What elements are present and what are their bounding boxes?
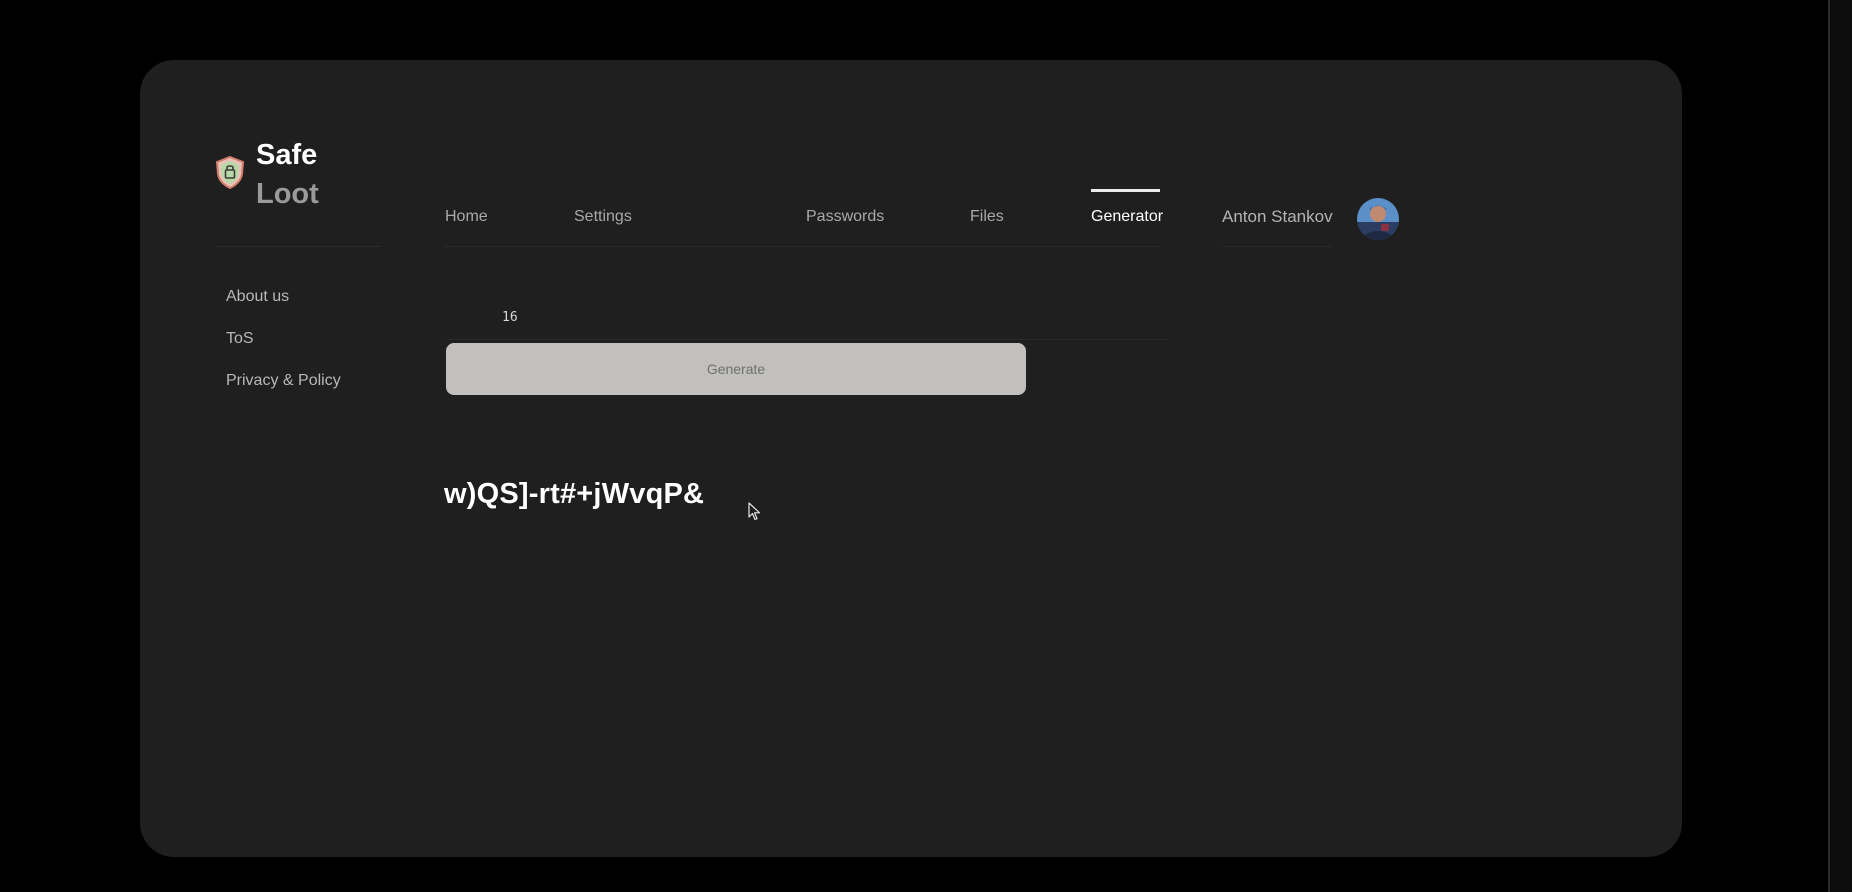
window-edge (1828, 0, 1852, 892)
nav-active-indicator (1091, 189, 1160, 192)
user-divider (1222, 246, 1332, 247)
brand-name-line1: Safe (256, 139, 318, 171)
password-length-input[interactable] (446, 296, 1168, 340)
nav-divider (445, 246, 1160, 247)
generate-button[interactable]: Generate (446, 343, 1026, 395)
sidebar-link-about-us[interactable]: About us (226, 282, 341, 324)
shield-lock-icon (215, 155, 245, 190)
nav-passwords[interactable]: Passwords (806, 208, 884, 226)
user-name[interactable]: Anton Stankov (1222, 207, 1333, 227)
user-avatar[interactable] (1357, 198, 1399, 240)
nav-files[interactable]: Files (970, 208, 1004, 226)
sidebar-links: About us ToS Privacy & Policy (226, 282, 341, 408)
nav-settings[interactable]: Settings (574, 208, 632, 226)
nav-home[interactable]: Home (445, 208, 488, 226)
brand-name-line2: Loot (256, 178, 319, 210)
nav-generator[interactable]: Generator (1091, 208, 1163, 226)
brand[interactable]: Safe Loot (212, 136, 319, 214)
generated-password: w)QS]-rt#+jWvqP& (444, 478, 705, 510)
sidebar-link-privacy-policy[interactable]: Privacy & Policy (226, 366, 341, 408)
sidebar-link-tos[interactable]: ToS (226, 324, 341, 366)
avatar-image (1357, 198, 1399, 240)
mouse-pointer-icon (748, 502, 761, 521)
sidebar-divider (216, 246, 382, 247)
app-card (140, 60, 1682, 857)
